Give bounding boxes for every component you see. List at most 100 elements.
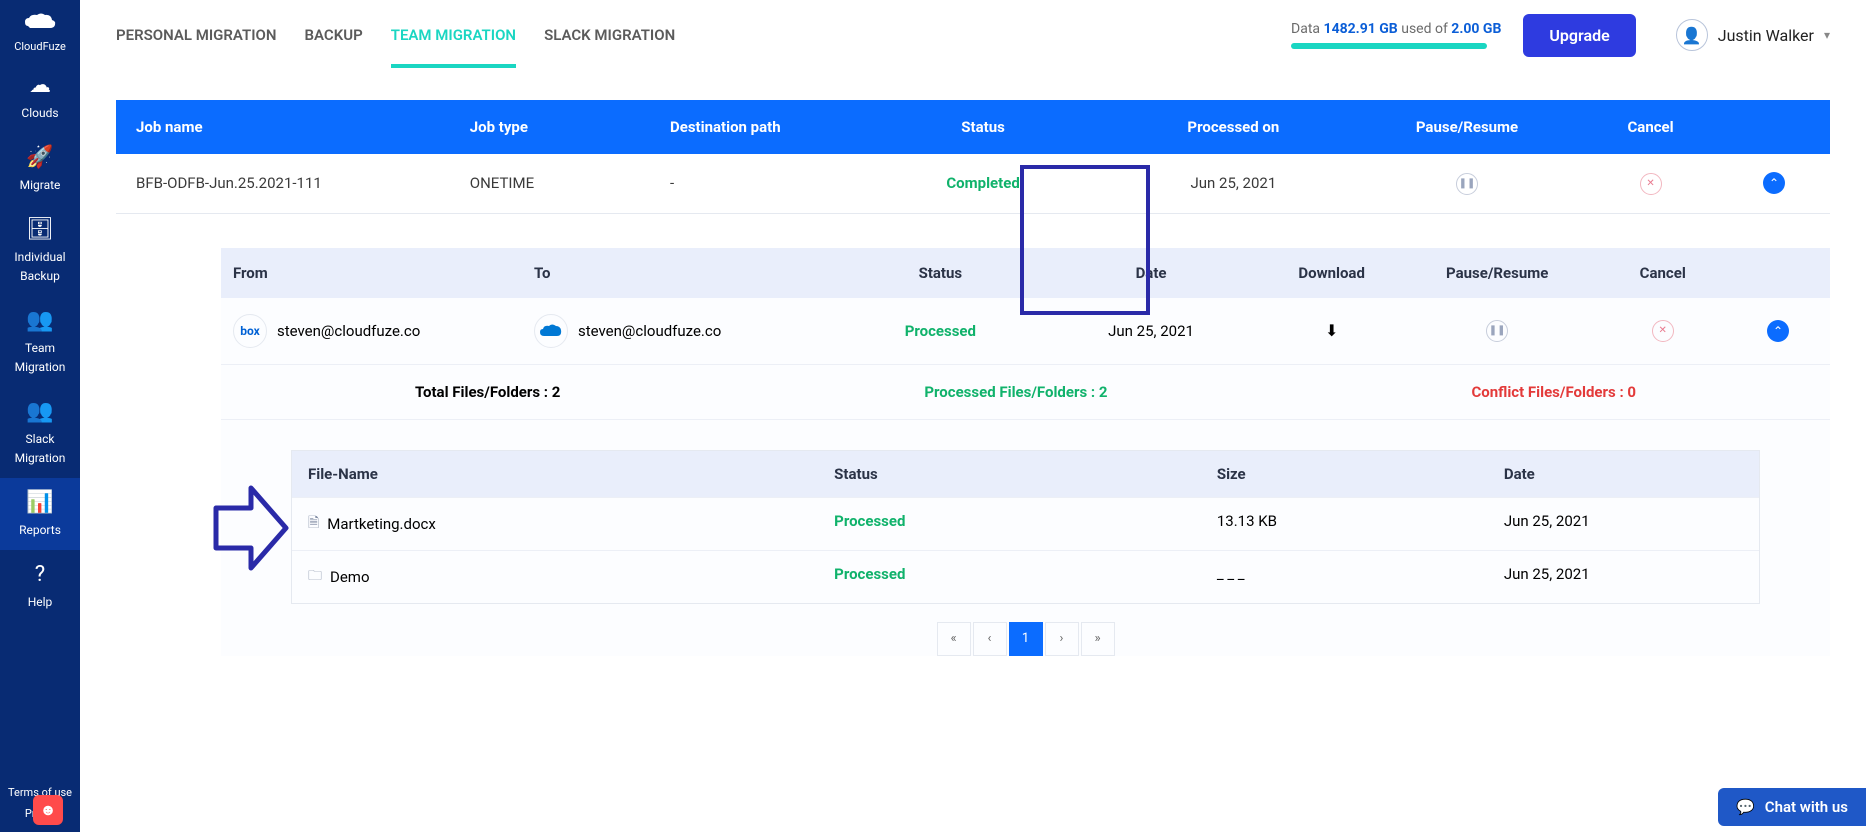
- chat-with-us-button[interactable]: 💬 Chat with us: [1718, 788, 1866, 826]
- detail-header: From To Status Date Download Pause/Resum…: [221, 248, 1830, 298]
- nav-reports[interactable]: 📊 Reports: [0, 478, 80, 550]
- pager: « ‹ 1 › »: [291, 622, 1760, 656]
- brand-label: CloudFuze: [14, 40, 66, 53]
- col-pause-resume: Pause/Resume: [1367, 118, 1567, 136]
- job-dest: -: [666, 174, 866, 192]
- from-cell: box steven@cloudfuze.co: [233, 314, 534, 348]
- job-row: BFB-ODFB-Jun.25.2021-111 ONETIME - Compl…: [116, 154, 1830, 214]
- job-table: Job name Job type Destination path Statu…: [116, 100, 1830, 214]
- file-table-wrap: File-Name Status Size Date 🗎 Martketing.…: [291, 450, 1760, 656]
- detail-pause-button[interactable]: ❚❚: [1486, 320, 1508, 342]
- col-date: Date: [1046, 264, 1257, 282]
- file-icon: 🗎: [308, 512, 319, 536]
- nav-individual-backup[interactable]: 🗄 Individual Backup: [0, 205, 80, 296]
- pager-prev[interactable]: ‹: [973, 622, 1007, 656]
- detail-status: Processed: [835, 322, 1046, 340]
- pager-first[interactable]: «: [937, 622, 971, 656]
- avatar-icon: 👤: [1676, 19, 1708, 51]
- file-name-text: Demo: [330, 568, 370, 586]
- col-pause-resume2: Pause/Resume: [1407, 264, 1588, 282]
- nav-migrate[interactable]: 🚀 Migrate: [0, 133, 80, 205]
- nav-help[interactable]: ? Help: [0, 550, 80, 622]
- col-file-name: File-Name: [308, 465, 834, 483]
- job-processed-on: Jun 25, 2021: [1100, 174, 1367, 192]
- file-row: 🗎 Martketing.docx Processed 13.13 KB Jun…: [292, 497, 1759, 550]
- help-icon: ?: [4, 562, 76, 587]
- pager-last[interactable]: »: [1081, 622, 1115, 656]
- file-date: Jun 25, 2021: [1504, 565, 1743, 589]
- detail-cancel-button[interactable]: ✕: [1652, 320, 1674, 342]
- detail-panel: From To Status Date Download Pause/Resum…: [221, 248, 1830, 656]
- tab-personal-migration[interactable]: PERSONAL MIGRATION: [116, 2, 277, 68]
- data-usage: Data 1482.91 GB used of 2.00 GB: [1291, 21, 1501, 49]
- nav-clouds[interactable]: ☁ Clouds: [0, 61, 80, 133]
- folder-icon: 🗀: [308, 565, 322, 589]
- file-date: Jun 25, 2021: [1504, 512, 1743, 536]
- summary-total: Total Files/Folders : 2: [415, 383, 560, 401]
- col-status: Status: [866, 118, 1100, 136]
- to-cell: steven@cloudfuze.co: [534, 314, 835, 348]
- cancel-button[interactable]: ✕: [1640, 173, 1662, 195]
- chevron-down-icon: ▾: [1824, 28, 1830, 42]
- file-table: File-Name Status Size Date 🗎 Martketing.…: [291, 450, 1760, 604]
- top-tabs: PERSONAL MIGRATION BACKUP TEAM MIGRATION…: [116, 2, 675, 68]
- from-email: steven@cloudfuze.co: [277, 322, 420, 340]
- nav-team-migration[interactable]: 👥 Team Migration: [0, 296, 80, 387]
- file-name-text: Martketing.docx: [327, 515, 436, 533]
- col-file-status: Status: [834, 465, 1217, 483]
- upgrade-button[interactable]: Upgrade: [1523, 14, 1635, 57]
- col-destination: Destination path: [666, 118, 866, 136]
- summary-conflict: Conflict Files/Folders : 0: [1471, 383, 1636, 401]
- col-cancel2: Cancel: [1588, 264, 1739, 282]
- to-email: steven@cloudfuze.co: [578, 322, 721, 340]
- detail-summary: Total Files/Folders : 2 Processed Files/…: [221, 365, 1830, 420]
- content-area: Job name Job type Destination path Statu…: [80, 70, 1866, 832]
- pager-next[interactable]: ›: [1045, 622, 1079, 656]
- col-file-size: Size: [1217, 465, 1504, 483]
- job-status: Completed: [866, 174, 1100, 192]
- col-job-name: Job name: [132, 118, 466, 136]
- file-header: File-Name Status Size Date: [292, 451, 1759, 497]
- team-icon: 👥: [4, 308, 76, 333]
- col-cancel: Cancel: [1567, 118, 1734, 136]
- file-status: Processed: [834, 565, 1217, 589]
- file-size: 13.13 KB: [1217, 512, 1504, 536]
- chat-icon: 💬: [1736, 798, 1755, 816]
- col-file-date: Date: [1504, 465, 1743, 483]
- cloudfuze-icon: [14, 12, 66, 38]
- col-processed-on: Processed on: [1100, 118, 1367, 136]
- slack-icon: 👥: [4, 399, 76, 424]
- detail-date: Jun 25, 2021: [1046, 322, 1257, 340]
- job-table-header: Job name Job type Destination path Statu…: [116, 100, 1830, 154]
- pager-page-1[interactable]: 1: [1009, 622, 1043, 656]
- topbar: PERSONAL MIGRATION BACKUP TEAM MIGRATION…: [80, 0, 1866, 70]
- collapse-button[interactable]: ⌃: [1763, 172, 1785, 194]
- onedrive-icon: [534, 314, 568, 348]
- user-name: Justin Walker: [1718, 26, 1814, 45]
- user-menu[interactable]: 👤 Justin Walker ▾: [1676, 19, 1830, 51]
- data-usage-bar: [1291, 43, 1487, 49]
- tab-slack-migration[interactable]: SLACK MIGRATION: [544, 2, 675, 68]
- tab-team-migration[interactable]: TEAM MIGRATION: [391, 2, 516, 68]
- summary-processed: Processed Files/Folders : 2: [924, 383, 1107, 401]
- data-used: 1482.91 GB: [1324, 21, 1398, 37]
- file-row: 🗀 Demo Processed _ _ _ Jun 25, 2021: [292, 550, 1759, 603]
- chat-bot-icon[interactable]: ☻: [33, 795, 63, 825]
- tab-backup[interactable]: BACKUP: [305, 2, 363, 68]
- sidebar: CloudFuze ☁ Clouds 🚀 Migrate 🗄 Individua…: [0, 0, 80, 832]
- database-icon: 🗄: [4, 217, 76, 242]
- data-total: 2.00 GB: [1451, 21, 1501, 37]
- nav-slack-migration[interactable]: 👥 Slack Migration: [0, 387, 80, 478]
- detail-collapse-button[interactable]: ⌃: [1767, 320, 1789, 342]
- col-to: To: [534, 264, 835, 282]
- download-button[interactable]: ⬇: [1256, 321, 1407, 340]
- rocket-icon: 🚀: [4, 145, 76, 170]
- job-name: BFB-ODFB-Jun.25.2021-111: [132, 174, 466, 192]
- brand-logo: CloudFuze: [14, 0, 66, 61]
- box-icon: box: [233, 314, 267, 348]
- col-status2: Status: [835, 264, 1046, 282]
- col-job-type: Job type: [466, 118, 666, 136]
- reports-icon: 📊: [4, 490, 76, 515]
- pause-resume-button[interactable]: ❚❚: [1456, 173, 1478, 195]
- file-status: Processed: [834, 512, 1217, 536]
